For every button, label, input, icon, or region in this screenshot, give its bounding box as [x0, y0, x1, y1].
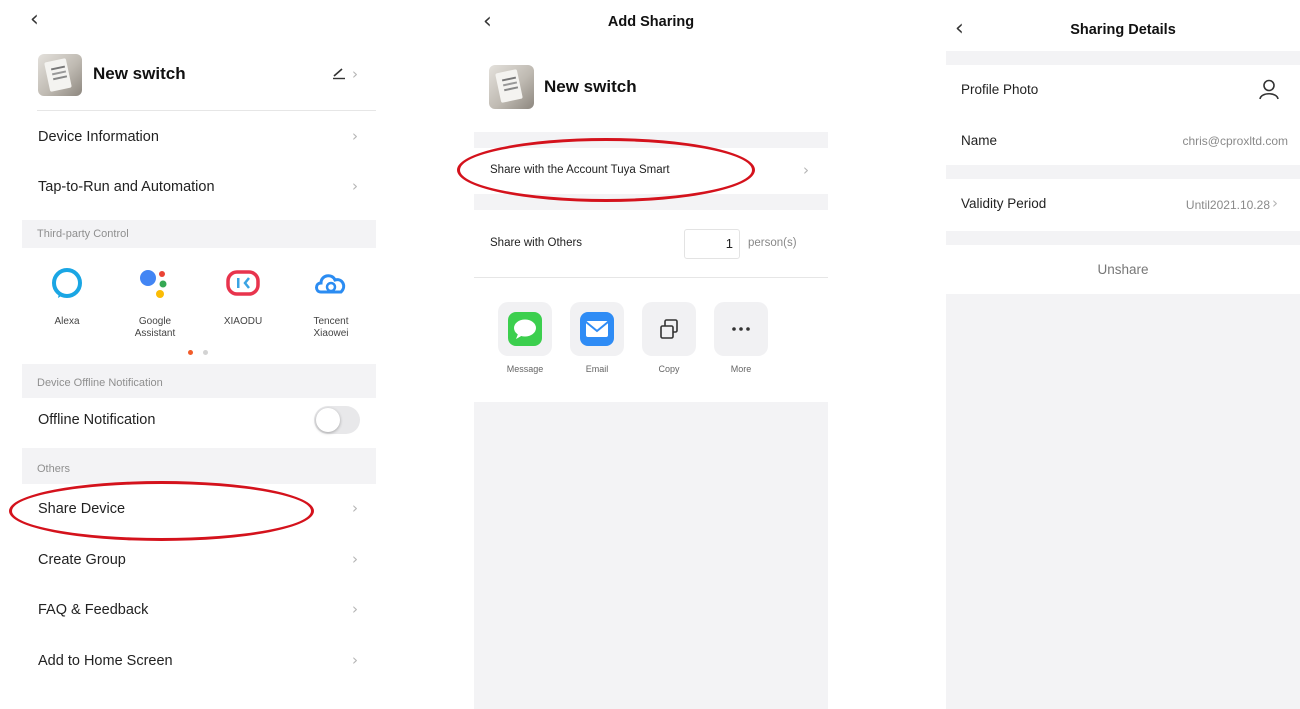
chevron-right-icon: › — [352, 127, 358, 145]
quantity-input[interactable]: 1 — [684, 229, 740, 259]
share-option-label: Copy — [658, 364, 680, 374]
unshare-label: Unshare — [1097, 262, 1149, 277]
share-more-button[interactable] — [714, 302, 768, 356]
menu-label: Create Group — [38, 552, 126, 568]
quantity-unit: person(s) — [748, 237, 797, 249]
menu-faq-feedback[interactable]: FAQ & Feedback › — [22, 589, 376, 633]
section-label: Third-party Control — [37, 228, 129, 240]
offline-notification-row: Offline Notification — [22, 400, 376, 444]
menu-label: FAQ & Feedback — [38, 602, 149, 618]
name-label: Name — [961, 133, 998, 148]
menu-create-group[interactable]: Create Group › — [22, 539, 376, 583]
device-name: New switch — [544, 77, 637, 96]
empty-area — [946, 294, 1300, 709]
divider — [474, 277, 828, 278]
chevron-right-icon: › — [803, 161, 809, 179]
name-row: Name chris@cproxltd.com — [946, 118, 1300, 162]
profile-photo-label: Profile Photo — [961, 82, 1039, 97]
third-party-google-assistant[interactable]: Google Assistant — [120, 266, 190, 346]
chevron-right-icon: › — [352, 177, 358, 195]
device-name: New switch — [93, 64, 186, 83]
chevron-right-icon: › — [352, 600, 358, 618]
section-others: Others — [22, 448, 376, 484]
section-gap — [946, 231, 1300, 245]
section-gap — [474, 194, 828, 210]
tencent-xiaowei-icon — [315, 274, 346, 294]
chevron-right-icon: › — [352, 65, 358, 83]
section-gap — [946, 51, 1300, 65]
chevron-right-icon: › — [352, 550, 358, 568]
menu-label: Device Information — [38, 129, 159, 145]
chevron-right-icon: › — [352, 651, 358, 669]
section-label: Others — [37, 463, 71, 475]
third-party-alexa[interactable]: Alexa — [32, 266, 102, 346]
share-email-button[interactable] — [570, 302, 624, 356]
validity-period-row[interactable]: Validity Period Until2021.10.28 › — [946, 182, 1300, 226]
menu-tap-to-run[interactable]: Tap-to-Run and Automation › — [22, 166, 376, 210]
alexa-icon — [52, 268, 82, 298]
validity-period-label: Validity Period — [961, 196, 1047, 211]
page-dot-active[interactable] — [188, 350, 193, 355]
section-label: Device Offline Notification — [37, 377, 163, 389]
menu-add-to-home-screen[interactable]: Add to Home Screen › — [22, 640, 376, 684]
add-sharing-panel: ‹ Add Sharing New switch Share with the … — [474, 0, 828, 709]
sharing-details-panel: ‹ Sharing Details Profile Photo Name chr… — [946, 0, 1300, 709]
email-icon — [580, 312, 614, 346]
share-with-others-row: Share with Others 1 person(s) — [474, 222, 828, 266]
share-with-account-row[interactable]: Share with the Account Tuya Smart › — [474, 149, 828, 193]
third-party-label: XIAODU — [223, 316, 263, 327]
divider — [37, 110, 376, 111]
menu-device-information[interactable]: Device Information › — [22, 116, 376, 160]
back-icon[interactable]: ‹ — [30, 9, 39, 31]
share-option-label: Message — [506, 364, 544, 374]
third-party-xiaodu[interactable]: XIAODU — [208, 266, 278, 346]
third-party-label: Google Assistant — [134, 316, 176, 339]
section-offline: Device Offline Notification — [22, 364, 376, 398]
validity-period-value: Until2021.10.28 — [1185, 198, 1270, 212]
third-party-tencent-xiaowei[interactable]: Tencent Xiaowei — [296, 266, 366, 346]
third-party-label: Alexa — [54, 316, 80, 327]
menu-share-device[interactable]: Share Device › — [22, 488, 376, 532]
avatar-icon[interactable] — [1257, 77, 1281, 101]
offline-notification-label: Offline Notification — [38, 412, 156, 428]
page-title: Sharing Details — [1070, 22, 1176, 38]
page-title: Add Sharing — [607, 14, 695, 30]
device-thumbnail — [38, 54, 82, 96]
xiaodu-icon — [226, 270, 260, 296]
toggle-knob — [316, 408, 340, 432]
share-copy-button[interactable] — [642, 302, 696, 356]
menu-label: Share Device — [38, 501, 126, 517]
chevron-right-icon: › — [1272, 194, 1278, 212]
share-option-label: More — [730, 364, 752, 374]
share-option-label: Email — [585, 364, 609, 374]
share-with-others-label: Share with Others — [490, 237, 583, 249]
copy-icon — [660, 319, 678, 339]
profile-photo-row[interactable]: Profile Photo — [946, 66, 1300, 112]
share-message-button[interactable] — [498, 302, 552, 356]
edit-icon[interactable] — [331, 66, 347, 80]
section-third-party: Third-party Control — [22, 220, 376, 248]
offline-notification-toggle[interactable] — [314, 406, 360, 434]
section-gap — [946, 165, 1300, 179]
empty-area — [474, 402, 828, 709]
unshare-button[interactable]: Unshare — [946, 247, 1300, 293]
third-party-label: Tencent Xiaowei — [313, 316, 349, 339]
section-gap — [474, 132, 828, 148]
share-with-account-label: Share with the Account Tuya Smart — [490, 164, 670, 176]
name-value: chris@cproxltd.com — [1182, 134, 1288, 148]
message-icon — [508, 312, 542, 346]
chevron-right-icon: › — [352, 499, 358, 517]
more-icon — [732, 327, 750, 331]
device-settings-panel: ‹ New switch › Device Information › Tap-… — [22, 0, 376, 709]
menu-label: Tap-to-Run and Automation — [38, 179, 215, 195]
google-assistant-icon — [140, 270, 167, 298]
device-thumbnail — [489, 65, 534, 109]
page-dot[interactable] — [203, 350, 208, 355]
menu-label: Add to Home Screen — [38, 653, 173, 669]
